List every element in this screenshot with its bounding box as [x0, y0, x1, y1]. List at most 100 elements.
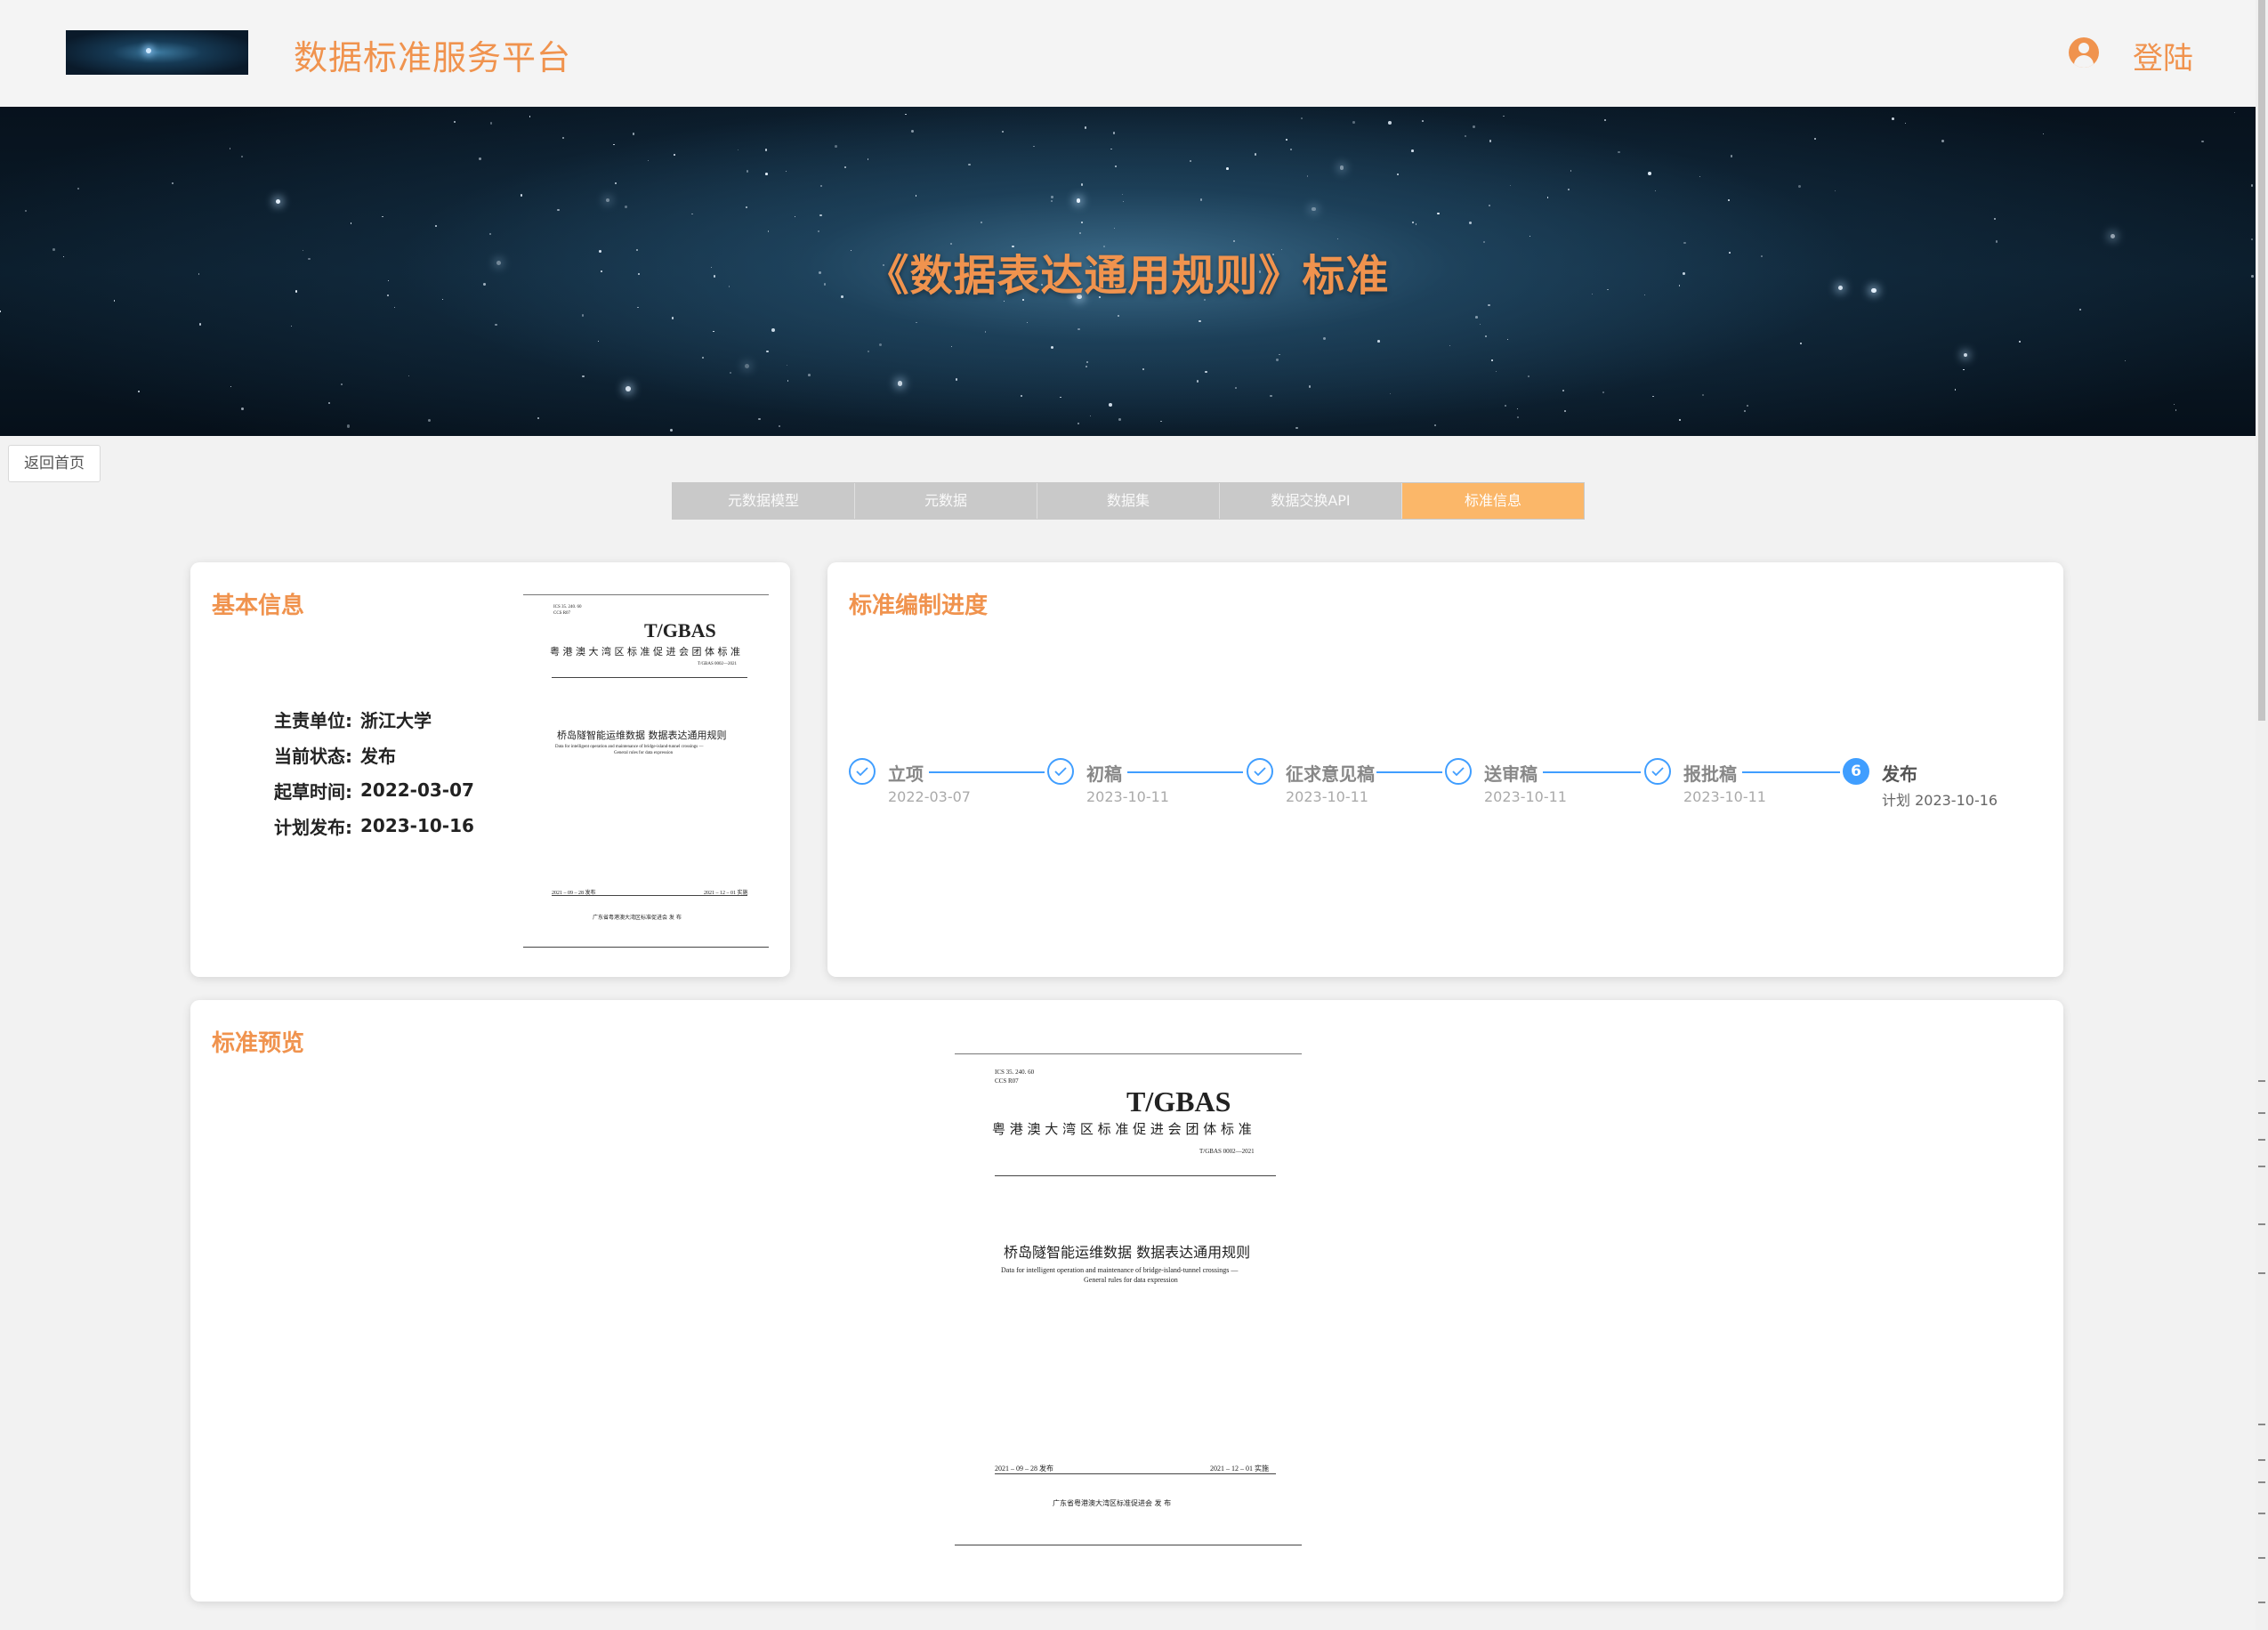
banner-star [1112, 132, 1116, 134]
tab-dataset[interactable]: 数据集 [1037, 483, 1220, 519]
banner-star [625, 386, 631, 391]
info-value: 2023-10-16 [360, 815, 474, 836]
progress-title: 标准编制进度 [849, 593, 989, 619]
banner-star [713, 330, 714, 333]
banner-star [1747, 405, 1748, 407]
banner-star [1652, 395, 1655, 398]
step-connector [1742, 771, 1840, 773]
banner-star [495, 323, 497, 326]
banner-star [350, 222, 352, 224]
step-date: 2023-10-11 [1286, 788, 1368, 805]
edge-mark [2258, 1139, 2265, 1141]
banner-star [1142, 367, 1145, 371]
document-thumbnail[interactable]: ICS 35. 240. 60 CCS R07 T/GBAS 粤 港 澳 大 湾… [523, 594, 769, 950]
banner-star [1276, 359, 1279, 361]
banner-star [241, 407, 244, 410]
doc-title-en-2: General rules for data expression [1084, 1276, 1178, 1284]
banner-star [382, 216, 383, 218]
banner-star [581, 314, 585, 317]
doc-title-en-1: Data for intelligent operation and maint… [1001, 1266, 1239, 1274]
edge-mark [2258, 1459, 2265, 1461]
banner-star [835, 144, 838, 148]
banner-star [670, 428, 674, 432]
banner-star [1085, 365, 1088, 368]
banner-star [1655, 190, 1657, 192]
info-key: 计划发布: [274, 816, 352, 838]
banner-star [490, 122, 493, 125]
banner-star [897, 380, 903, 386]
banner-star [867, 350, 869, 353]
tab-standard-info[interactable]: 标准信息 [1402, 483, 1584, 519]
check-icon [1247, 758, 1273, 785]
edge-mark [2258, 1112, 2265, 1114]
page-scrollbar[interactable] [2256, 0, 2268, 1630]
banner-star [1080, 183, 1084, 187]
doc-code: T/GBAS [1126, 1085, 1231, 1118]
banner-star [764, 172, 768, 175]
site-logo[interactable] [66, 30, 248, 75]
banner-star [1503, 115, 1505, 117]
banner-star [1306, 175, 1309, 177]
banner-star [2173, 404, 2175, 406]
banner-star [1051, 196, 1053, 198]
banner-star [819, 185, 823, 188]
banner-star [1449, 344, 1451, 347]
banner-star [1339, 165, 1344, 170]
tab-metadata-model[interactable]: 元数据模型 [673, 483, 855, 519]
step-number: 6 [1843, 758, 1869, 785]
banner-star [1510, 184, 1512, 187]
banner-star [520, 194, 523, 197]
doc-ccs: CCS R07 [995, 1077, 1019, 1085]
banner-star [766, 350, 769, 353]
basic-info-list: 主责单位: 浙江大学 当前状态: 发布 起草时间: 2022-03-07 计划发… [274, 701, 474, 843]
edge-mark [2258, 1513, 2265, 1514]
back-home-button[interactable]: 返回首页 [8, 445, 101, 482]
banner-star [1834, 190, 1836, 192]
banner-star [1226, 167, 1230, 171]
banner-star [1529, 235, 1531, 238]
banner-star [2234, 111, 2236, 114]
banner-star [537, 417, 540, 419]
step-label: 送审稿 [1484, 763, 1538, 785]
banner-star [172, 182, 174, 184]
banner-star [1618, 150, 1620, 154]
banner-star [1059, 396, 1061, 399]
step-connector [1127, 771, 1243, 773]
check-icon [1047, 758, 1074, 785]
scrollbar-thumb[interactable] [2258, 0, 2265, 721]
banner-star [489, 232, 492, 235]
doc-title-en-1: Data for intelligent operation and maint… [555, 745, 704, 749]
banner-star [2042, 133, 2044, 134]
step-date: 2023-10-11 [1086, 788, 1169, 805]
preview-card: 标准预览 ICS 35. 240. 60 CCS R07 T/GBAS 粤 港 … [190, 1000, 2063, 1602]
banner-star [1963, 352, 1968, 358]
edge-mark [2258, 1481, 2265, 1483]
tab-metadata[interactable]: 元数据 [855, 483, 1037, 519]
banner-star [879, 343, 883, 347]
step-connector [1376, 771, 1442, 773]
banner-star [1602, 391, 1604, 393]
document-preview[interactable]: ICS 35. 240. 60 CCS R07 T/GBAS 粤 港 澳 大 湾… [955, 1053, 1302, 1552]
edge-mark [2258, 1166, 2265, 1167]
tab-data-exchange-api[interactable]: 数据交换API [1220, 483, 1402, 519]
doc-impl-date: 2021 – 12 – 01 实施 [1210, 1465, 1269, 1473]
check-icon [1445, 758, 1472, 785]
doc-code: T/GBAS [644, 619, 716, 642]
login-button[interactable]: 登陆 [2133, 34, 2193, 77]
banner-star [1517, 408, 1519, 409]
banner-star [980, 221, 982, 223]
banner-star [984, 331, 986, 333]
site-title[interactable]: 数据标准服务平台 [294, 30, 571, 79]
banner-star [198, 323, 202, 327]
banner-star [1730, 154, 1733, 157]
banner-star [1033, 145, 1036, 148]
banner-star [1475, 316, 1478, 319]
banner-star [1390, 392, 1392, 394]
banner-star [1295, 426, 1299, 430]
banner-star [1388, 120, 1392, 125]
banner-star [632, 132, 635, 135]
banner-star [240, 155, 244, 157]
banner-star [77, 187, 79, 190]
user-circle-icon[interactable] [2069, 37, 2099, 68]
doc-ics: ICS 35. 240. 60 [553, 605, 582, 609]
